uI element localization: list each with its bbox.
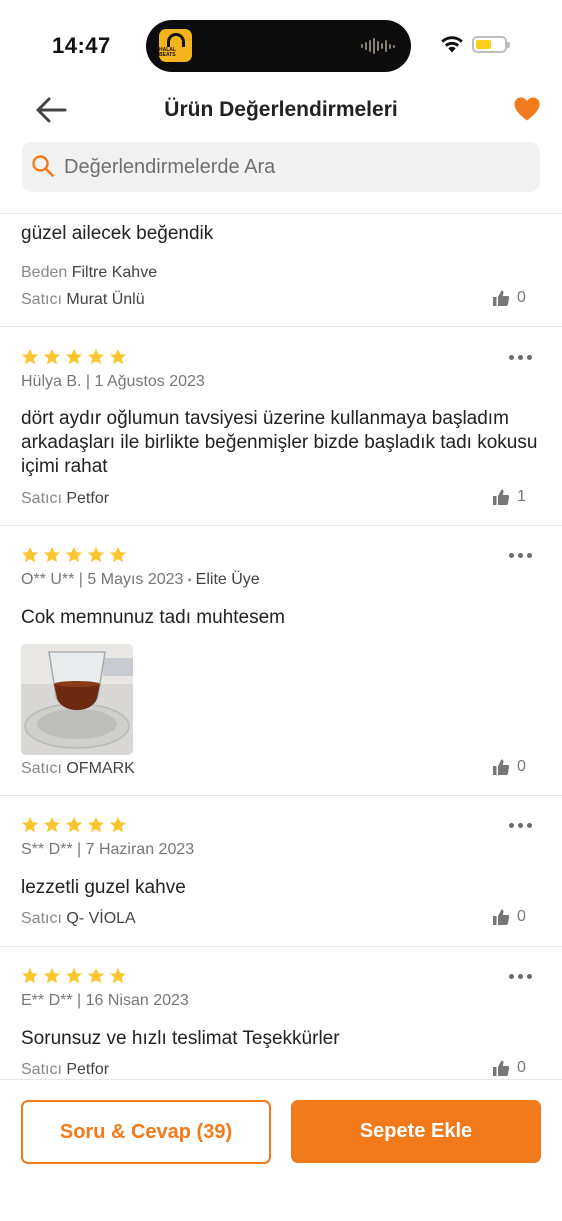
- star-icon: [65, 546, 83, 563]
- star-icon: [65, 967, 83, 984]
- like-count: 0: [517, 758, 526, 775]
- battery-icon: [472, 36, 510, 53]
- seller-label: Satıcı: [21, 760, 62, 777]
- star-icon: [21, 348, 39, 365]
- review-meta: E** D** | 16 Nisan 2023: [21, 992, 189, 1009]
- more-options-icon[interactable]: [509, 823, 532, 828]
- thumbs-up-icon: [493, 1060, 510, 1076]
- review-text: Sorunsuz ve hızlı teslimat Teşekkürler: [21, 1028, 340, 1049]
- review-seller: Satıcı Q- VİOLA: [21, 910, 136, 928]
- like-count: 0: [517, 908, 526, 925]
- size-label: Beden: [21, 264, 68, 281]
- seller-name[interactable]: Petfor: [66, 1061, 109, 1078]
- review-seller: Satıcı OFMARK: [21, 760, 135, 778]
- review-meta: S** D** | 7 Haziran 2023: [21, 841, 195, 858]
- star-icon: [43, 967, 61, 984]
- star-rating: [21, 816, 127, 834]
- more-options-icon[interactable]: [509, 355, 532, 360]
- review-author-date: O** U** | 5 Mayıs 2023: [21, 571, 184, 588]
- star-icon: [87, 967, 105, 984]
- dynamic-island[interactable]: HALAL BEATS: [146, 20, 411, 72]
- star-icon: [87, 816, 105, 833]
- search-bar[interactable]: [22, 142, 540, 192]
- review-seller: Satıcı Murat Ünlü: [21, 291, 145, 309]
- star-icon: [43, 546, 61, 563]
- nav-bar: Ürün Değerlendirmeleri: [0, 88, 562, 132]
- star-icon: [109, 967, 127, 984]
- heart-icon[interactable]: [513, 96, 541, 122]
- wifi-icon: [441, 36, 463, 53]
- review-item: O** U** | 5 Mayıs 2023 • Elite Üye Cok mem…: [0, 526, 562, 796]
- star-icon: [65, 348, 83, 365]
- seller-label: Satıcı: [21, 291, 62, 308]
- review-seller: Satıcı Petfor: [21, 490, 109, 508]
- review-text: Cok memnunuz tadı muhtesem: [21, 607, 286, 628]
- app-icon-label: HALAL BEATS: [159, 47, 176, 58]
- like-count: 1: [517, 488, 526, 505]
- seller-label: Satıcı: [21, 490, 62, 507]
- review-item: E** D** | 16 Nisan 2023 Sorunsuz ve hızl…: [0, 947, 562, 1079]
- status-time: 14:47: [52, 33, 111, 58]
- more-options-icon[interactable]: [509, 974, 532, 979]
- seller-name[interactable]: Murat Ünlü: [66, 291, 144, 308]
- halal-beats-app-icon: HALAL BEATS: [159, 29, 192, 62]
- search-icon: [32, 155, 54, 177]
- thumbs-up-icon: [493, 489, 510, 505]
- page-title: Ürün Değerlendirmeleri: [164, 98, 398, 121]
- like-button[interactable]: 0: [492, 908, 526, 926]
- like-count: 0: [517, 1059, 526, 1076]
- thumbs-up-icon: [493, 909, 510, 925]
- star-icon: [65, 816, 83, 833]
- star-rating: [21, 546, 127, 564]
- star-icon: [109, 348, 127, 365]
- seller-name[interactable]: OFMARK: [66, 760, 134, 777]
- seller-label: Satıcı: [21, 910, 62, 927]
- review-item: güzel ailecek beğendik Beden Filtre Kahv…: [0, 214, 562, 327]
- review-text: lezzetli guzel kahve: [21, 877, 186, 898]
- seller-label: Satıcı: [21, 1061, 62, 1078]
- more-options-icon[interactable]: [509, 553, 532, 558]
- star-icon: [87, 546, 105, 563]
- like-button[interactable]: 0: [492, 758, 526, 776]
- star-icon: [43, 348, 61, 365]
- review-size: Beden Filtre Kahve: [21, 264, 157, 282]
- seller-name[interactable]: Q- VİOLA: [66, 910, 135, 927]
- review-item: S** D** | 7 Haziran 2023 lezzetli guzel …: [0, 796, 562, 947]
- star-icon: [109, 816, 127, 833]
- thumbs-up-icon: [493, 290, 510, 306]
- star-icon: [87, 348, 105, 365]
- review-text: dört aydır oğlumun tavsiyesi üzerine kul…: [21, 408, 538, 477]
- like-button[interactable]: 0: [492, 289, 526, 307]
- star-icon: [43, 816, 61, 833]
- add-to-cart-button[interactable]: Sepete Ekle: [291, 1100, 541, 1163]
- bottom-action-bar: Soru & Cevap (39) Sepete Ekle: [0, 1079, 562, 1221]
- review-photo[interactable]: [21, 644, 133, 755]
- star-icon: [21, 816, 39, 833]
- review-text: güzel ailecek beğendik: [21, 223, 214, 244]
- star-rating: [21, 967, 127, 985]
- star-icon: [21, 967, 39, 984]
- size-value: Filtre Kahve: [71, 264, 158, 281]
- like-count: 0: [517, 289, 526, 306]
- seller-name[interactable]: Petfor: [66, 490, 109, 507]
- review-meta: O** U** | 5 Mayıs 2023 • Elite Üye: [21, 571, 260, 588]
- star-rating: [21, 348, 127, 366]
- search-input[interactable]: [64, 142, 524, 192]
- qa-button[interactable]: Soru & Cevap (39): [21, 1100, 271, 1164]
- star-icon: [21, 546, 39, 563]
- review-item: Hülya B. | 1 Ağustos 2023 dört aydır oğl…: [0, 327, 562, 526]
- elite-badge: Elite Üye: [195, 571, 260, 588]
- like-button[interactable]: 1: [492, 488, 526, 506]
- thumbs-up-icon: [493, 759, 510, 775]
- status-bar: 14:47 HALAL BEATS: [0, 0, 562, 90]
- like-button[interactable]: 0: [492, 1059, 526, 1077]
- review-list[interactable]: güzel ailecek beğendik Beden Filtre Kahv…: [0, 213, 562, 1079]
- star-icon: [109, 546, 127, 563]
- audio-waveform-icon: [361, 38, 395, 54]
- review-seller: Satıcı Petfor: [21, 1061, 109, 1079]
- review-meta: Hülya B. | 1 Ağustos 2023: [21, 373, 205, 390]
